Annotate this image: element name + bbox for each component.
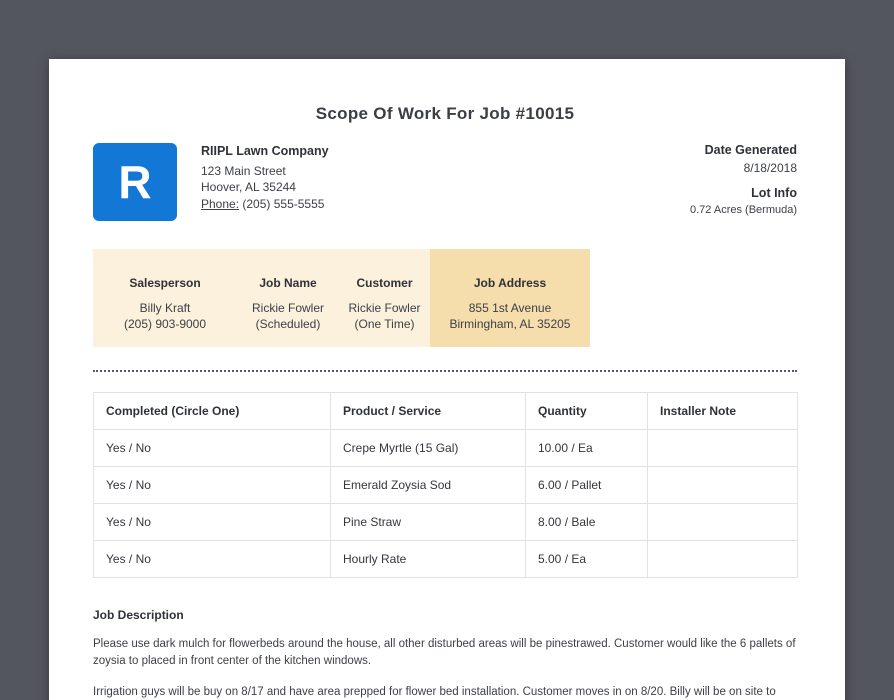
col-header-installer-note: Installer Note xyxy=(647,392,798,430)
cell-product: Pine Straw xyxy=(330,503,526,541)
cell-product: Emerald Zoysia Sod xyxy=(330,466,526,504)
company-logo: R xyxy=(93,143,177,221)
job-description-heading: Job Description xyxy=(93,608,184,622)
job-summary-band: Salesperson Billy Kraft (205) 903-9000 J… xyxy=(93,249,590,347)
lot-info-label: Lot Info xyxy=(751,186,797,200)
document-page: Scope Of Work For Job #10015 R RIIPL Law… xyxy=(49,59,845,700)
page-title: Scope Of Work For Job #10015 xyxy=(315,104,575,123)
work-items-table: Completed (Circle One) Product / Service… xyxy=(93,392,798,578)
company-address-line1: 123 Main Street xyxy=(201,163,286,178)
cell-completed: Yes / No xyxy=(93,466,331,504)
phone-label: Phone: xyxy=(201,196,240,211)
cell-quantity: 5.00 / Ea xyxy=(525,540,648,578)
document-meta: Date Generated 8/18/2018 Lot Info 0.72 A… xyxy=(690,143,797,216)
job-address-line1: 855 1st Avenue xyxy=(468,301,552,315)
company-phone: Phone: (205) 555-5555 xyxy=(201,196,329,213)
phone-number: (205) 555-5555 xyxy=(242,196,325,211)
job-name-status: (Scheduled) xyxy=(255,317,321,331)
summary-col-salesperson: Salesperson Billy Kraft (205) 903-9000 xyxy=(93,249,237,347)
cell-installer-note xyxy=(647,429,798,467)
cell-installer-note xyxy=(647,540,798,578)
date-generated-value: 8/18/2018 xyxy=(743,161,797,175)
job-description-section: Job Description Please use dark mulch fo… xyxy=(93,608,797,700)
table-row: Yes / No Hourly Rate 5.00 / Ea xyxy=(93,540,798,578)
cell-quantity: 10.00 / Ea xyxy=(525,429,648,467)
salesperson-name: Billy Kraft xyxy=(139,301,191,315)
table-row: Yes / No Crepe Myrtle (15 Gal) 10.00 / E… xyxy=(93,429,798,467)
table-header-row: Completed (Circle One) Product / Service… xyxy=(93,392,798,430)
job-description-paragraph: Please use dark mulch for flowerbeds aro… xyxy=(93,638,796,667)
summary-col-job-name: Job Name Rickie Fowler (Scheduled) xyxy=(237,249,339,347)
company-info: RIIPL Lawn Company 123 Main Street Hoove… xyxy=(201,143,329,212)
table-row: Yes / No Pine Straw 8.00 / Bale xyxy=(93,503,798,541)
job-name-label: Job Name xyxy=(259,276,317,290)
cell-product: Crepe Myrtle (15 Gal) xyxy=(330,429,526,467)
job-address-line2: Birmingham, AL 35205 xyxy=(449,317,571,331)
cell-installer-note xyxy=(647,466,798,504)
job-address-label: Job Address xyxy=(473,276,547,290)
table-row: Yes / No Emerald Zoysia Sod 6.00 / Palle… xyxy=(93,466,798,504)
job-description-paragraph: Irrigation guys will be buy on 8/17 and … xyxy=(93,686,776,698)
col-header-product: Product / Service xyxy=(330,392,526,430)
col-header-quantity: Quantity xyxy=(525,392,648,430)
logo-letter: R xyxy=(118,156,152,208)
document-header: R RIIPL Lawn Company 123 Main Street Hoo… xyxy=(93,143,797,221)
summary-col-job-address: Job Address 855 1st Avenue Birmingham, A… xyxy=(430,249,590,347)
date-generated-label: Date Generated xyxy=(704,143,797,157)
salesperson-phone: (205) 903-9000 xyxy=(123,317,207,331)
col-header-completed: Completed (Circle One) xyxy=(93,392,331,430)
cell-completed: Yes / No xyxy=(93,540,331,578)
cell-completed: Yes / No xyxy=(93,503,331,541)
customer-type: (One Time) xyxy=(354,317,415,331)
cell-quantity: 6.00 / Pallet xyxy=(525,466,648,504)
cell-completed: Yes / No xyxy=(93,429,331,467)
customer-label: Customer xyxy=(356,276,413,290)
dotted-divider xyxy=(93,370,797,372)
customer-name: Rickie Fowler xyxy=(348,301,421,315)
cell-product: Hourly Rate xyxy=(330,540,526,578)
lot-info-value: 0.72 Acres (Bermuda) xyxy=(690,204,797,216)
cell-quantity: 8.00 / Bale xyxy=(525,503,648,541)
company-name: RIIPL Lawn Company xyxy=(201,144,329,158)
salesperson-label: Salesperson xyxy=(129,276,201,290)
cell-installer-note xyxy=(647,503,798,541)
summary-col-customer: Customer Rickie Fowler (One Time) xyxy=(339,249,430,347)
company-address-line2: Hoover, AL 35244 xyxy=(201,180,296,194)
job-name-value: Rickie Fowler xyxy=(251,301,324,315)
